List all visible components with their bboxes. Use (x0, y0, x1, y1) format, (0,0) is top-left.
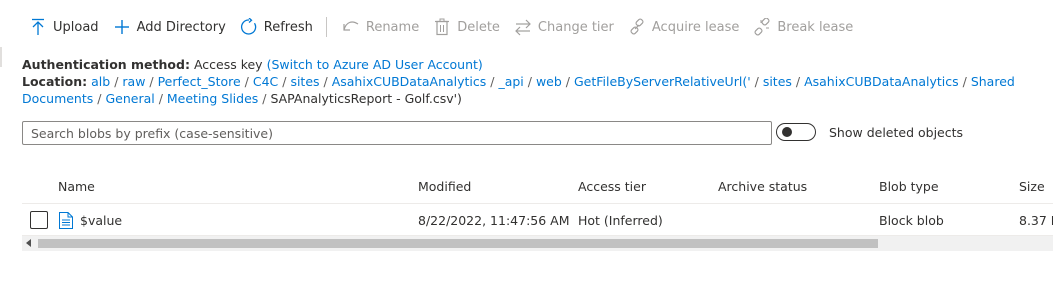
breadcrumb-link[interactable]: AsahixCUBDataAnalytics (332, 74, 487, 89)
auth-method-value: Access key (193, 57, 263, 72)
swap-arrows-icon (514, 18, 532, 36)
add-directory-label: Add Directory (136, 19, 226, 35)
breadcrumb-link[interactable]: C4C (253, 74, 278, 89)
trash-icon (433, 18, 451, 36)
delete-label: Delete (457, 19, 500, 35)
rename-label: Rename (365, 19, 420, 35)
horizontal-scrollbar[interactable] (22, 236, 1053, 251)
column-header-access-tier[interactable]: Access tier (578, 179, 646, 194)
blob-type: Block blob (879, 213, 944, 228)
row-checkbox[interactable] (30, 211, 48, 229)
show-deleted-toggle[interactable] (776, 123, 816, 141)
breadcrumb-link[interactable]: _api (498, 74, 523, 89)
acquire-lease-button[interactable]: Acquire lease (621, 10, 746, 44)
breadcrumb-link[interactable]: AsahixCUBDataAnalytics (804, 74, 959, 89)
blob-size: 8.37 M (1019, 213, 1053, 228)
toolbar-divider (325, 17, 327, 37)
show-deleted-label: Show deleted objects (829, 125, 964, 140)
refresh-button[interactable]: Refresh (233, 10, 320, 44)
blob-name[interactable]: $value (80, 213, 122, 228)
add-directory-button[interactable]: Add Directory (106, 10, 233, 44)
scrollbar-thumb[interactable] (38, 239, 878, 248)
search-input[interactable] (22, 121, 772, 145)
break-lease-button[interactable]: Break lease (746, 10, 860, 44)
breadcrumb-link[interactable]: Perfect_Store (158, 74, 241, 89)
switch-auth-link[interactable]: (Switch to Azure AD User Account) (267, 57, 483, 72)
breadcrumb-link[interactable]: sites (290, 74, 319, 89)
scroll-left-icon[interactable] (26, 239, 31, 247)
change-tier-button[interactable]: Change tier (507, 10, 621, 44)
breadcrumb-link[interactable]: General (105, 91, 154, 106)
column-header-size[interactable]: Size (1019, 179, 1045, 194)
auth-method-line: Authentication method: Access key (Switc… (22, 56, 1052, 73)
link-icon (628, 18, 646, 36)
upload-button[interactable]: Upload (23, 10, 106, 44)
location-breadcrumb: Location: alb / raw / Perfect_Store / C4… (22, 74, 1015, 106)
blob-access-tier: Hot (Inferred) (578, 213, 663, 228)
column-header-blob-type[interactable]: Blob type (879, 179, 939, 194)
breadcrumb-link[interactable]: GetFileByServerRelativeUrl(' (574, 74, 751, 89)
rename-button[interactable]: Rename (335, 10, 426, 44)
blob-modified: 8/22/2022, 11:47:56 AM (418, 213, 570, 228)
refresh-icon (240, 18, 258, 36)
panel-edge (0, 47, 2, 67)
auth-method-label: Authentication method: (22, 57, 190, 72)
breadcrumb-link[interactable]: sites (763, 74, 792, 89)
toggle-knob (782, 127, 792, 137)
breadcrumb-link[interactable]: web (536, 74, 562, 89)
delete-button[interactable]: Delete (426, 10, 507, 44)
broken-link-icon (753, 18, 771, 36)
break-lease-label: Break lease (777, 19, 854, 35)
refresh-label: Refresh (263, 19, 313, 35)
acquire-lease-label: Acquire lease (651, 19, 740, 35)
location-label: Location: (22, 74, 88, 89)
rename-icon (342, 18, 360, 36)
column-header-archive-status[interactable]: Archive status (718, 179, 807, 194)
upload-label: Upload (53, 19, 99, 35)
column-header-modified[interactable]: Modified (418, 179, 471, 194)
file-icon (59, 212, 73, 229)
command-bar: Upload Add Directory Refresh Rename Dele… (0, 10, 1053, 44)
breadcrumb-current: SAPAnalyticsReport - Golf.csv') (270, 91, 462, 106)
change-tier-label: Change tier (537, 19, 614, 35)
container-info: Authentication method: Access key (Switc… (22, 56, 1052, 107)
breadcrumb-link[interactable]: alb (91, 74, 110, 89)
column-header-name[interactable]: Name (58, 179, 95, 194)
breadcrumb-link[interactable]: raw (122, 74, 145, 89)
breadcrumb-link[interactable]: Meeting Slides (167, 91, 258, 106)
upload-icon (29, 18, 47, 36)
plus-icon (113, 18, 131, 36)
